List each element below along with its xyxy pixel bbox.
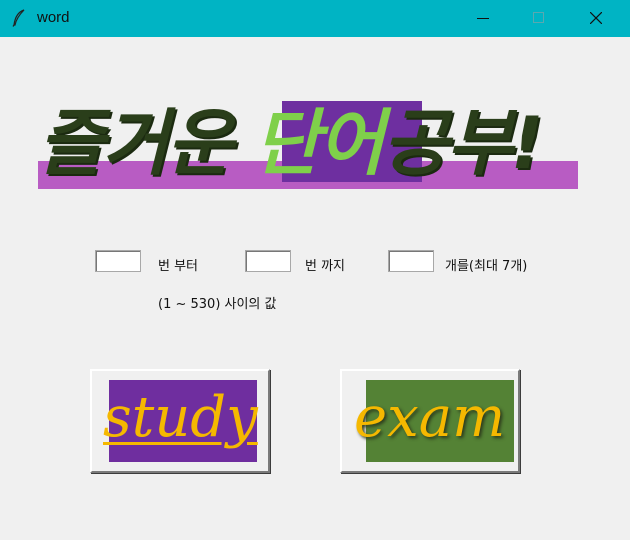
count-input[interactable] — [388, 250, 434, 272]
close-button[interactable] — [573, 0, 619, 37]
close-icon — [590, 12, 602, 24]
banner-text-part2: 공부! — [382, 101, 543, 185]
banner-title: 즐거운 단어공부! — [38, 98, 590, 188]
range-hint: (1 ~ 530) 사이의 값 — [158, 297, 277, 312]
minimize-button[interactable] — [460, 0, 506, 37]
banner-text-highlight: 단어 — [253, 101, 384, 185]
study-button-image: study — [103, 380, 258, 462]
maximize-icon — [533, 12, 544, 23]
exam-button[interactable]: exam — [340, 369, 520, 473]
title-bar[interactable]: word — [0, 0, 630, 37]
exam-button-image: exam — [354, 380, 514, 462]
banner-text-part1: 즐거운 — [38, 101, 254, 185]
feather-icon — [12, 9, 26, 27]
count-label: 개를(최대 7개) — [445, 259, 528, 274]
app-window: word 즐거운 단어공부! 번 부터 번 까지 개를(최대 7개) (1 ~ … — [0, 0, 630, 540]
study-button[interactable]: study — [90, 369, 270, 473]
from-number-input[interactable] — [95, 250, 141, 272]
study-button-label: study — [103, 385, 258, 450]
to-number-input[interactable] — [245, 250, 291, 272]
exam-button-label: exam — [354, 385, 506, 450]
minimize-icon — [477, 18, 489, 19]
maximize-button[interactable] — [516, 0, 562, 37]
from-label: 번 부터 — [158, 259, 199, 274]
to-label: 번 까지 — [305, 259, 346, 274]
window-title: word — [37, 9, 70, 26]
title-banner: 즐거운 단어공부! — [38, 98, 590, 194]
